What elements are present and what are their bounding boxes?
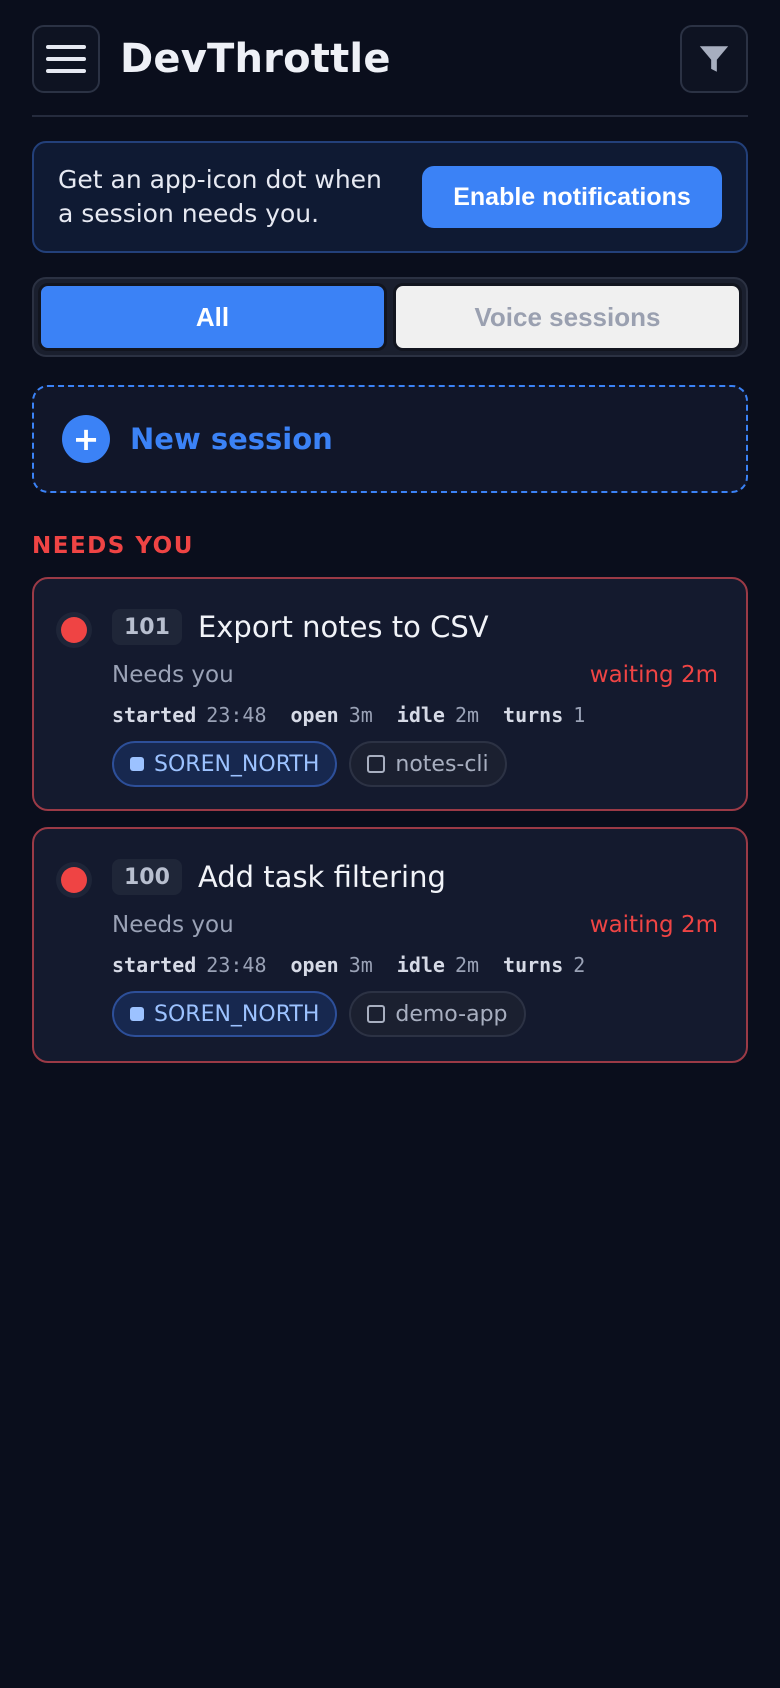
idle-value: 2m: [454, 953, 480, 977]
filter-icon: [699, 45, 729, 72]
menu-button[interactable]: [32, 24, 100, 93]
notification-banner: Get an app-icon dot when a session needs…: [32, 141, 748, 253]
repo-name: demo-app: [395, 1001, 508, 1027]
new-session-button[interactable]: + New session: [32, 385, 748, 493]
session-meta: started 23:48 open 3m idle 2m turns 2: [112, 947, 718, 983]
session-title: Add task filtering: [197, 860, 446, 894]
turns-value: 1: [573, 703, 586, 727]
started-label: started: [112, 703, 197, 727]
app-header: DevThrottle: [32, 0, 748, 117]
turns-label: turns: [503, 703, 564, 727]
repo-chip[interactable]: demo-app: [349, 991, 526, 1037]
status-dot-icon: [56, 612, 92, 648]
session-meta: started 23:48 open 3m idle 2m turns 1: [112, 697, 718, 733]
open-value: 3m: [348, 703, 373, 727]
session-number: 100: [112, 859, 182, 895]
open-label: open: [290, 703, 339, 727]
repo-box-icon: [367, 755, 386, 773]
started-label: started: [112, 953, 197, 977]
user-name: SOREN_NORTH: [154, 1001, 320, 1027]
session-card[interactable]: 100 Add task filtering Needs you waiting…: [32, 827, 748, 1063]
user-square-icon: [130, 1007, 144, 1021]
idle-label: idle: [396, 703, 445, 727]
tab-all[interactable]: All: [38, 283, 387, 351]
started-value: 23:48: [206, 953, 267, 977]
turns-value: 2: [573, 953, 586, 977]
enable-notifications-button[interactable]: Enable notifications: [422, 166, 722, 228]
app-title: DevThrottle: [120, 35, 391, 82]
turns-label: turns: [503, 953, 564, 977]
filter-button[interactable]: [680, 24, 748, 93]
session-status: Needs you: [112, 912, 234, 938]
tab-voice-sessions[interactable]: Voice sessions: [393, 283, 742, 351]
open-value: 3m: [348, 953, 373, 977]
idle-label: idle: [396, 953, 445, 977]
user-chip[interactable]: SOREN_NORTH: [112, 991, 338, 1037]
started-value: 23:48: [206, 703, 267, 727]
new-session-label: New session: [130, 422, 333, 456]
section-title-needs-you: NEEDS YOU: [32, 533, 194, 559]
user-name: SOREN_NORTH: [154, 751, 320, 777]
session-card[interactable]: 101 Export notes to CSV Needs you waitin…: [32, 577, 748, 811]
idle-value: 2m: [454, 703, 480, 727]
waiting-time: waiting 2m: [589, 912, 718, 938]
session-title: Export notes to CSV: [197, 610, 489, 644]
status-dot-icon: [56, 862, 92, 898]
repo-box-icon: [367, 1005, 386, 1023]
hamburger-icon: [46, 44, 86, 73]
user-square-icon: [130, 757, 144, 771]
open-label: open: [290, 953, 339, 977]
app: DevThrottle Get an app-icon dot when a s…: [0, 0, 780, 1688]
session-filter-tabs: All Voice sessions: [32, 277, 748, 357]
waiting-time: waiting 2m: [589, 662, 718, 688]
plus-icon: +: [62, 415, 110, 463]
user-chip[interactable]: SOREN_NORTH: [112, 741, 338, 787]
repo-name: notes-cli: [395, 751, 489, 777]
notification-text: Get an app-icon dot when a session needs…: [58, 165, 382, 228]
repo-chip[interactable]: notes-cli: [349, 741, 507, 787]
session-number: 101: [112, 609, 182, 645]
session-status: Needs you: [112, 662, 234, 688]
